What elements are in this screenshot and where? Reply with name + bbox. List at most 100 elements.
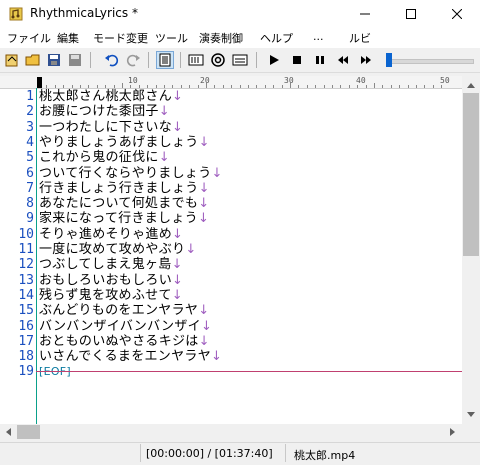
ruler-tick (239, 85, 241, 88)
seek-slider-thumb[interactable] (386, 53, 392, 67)
editor-line[interactable]: 17 おとものいぬやさるキジは↓ (0, 334, 462, 349)
timing-mode-button[interactable] (187, 51, 205, 69)
new-button[interactable] (3, 51, 21, 69)
editor-line[interactable]: 15 ぶんどりものをエンヤラヤ↓ (0, 303, 462, 318)
menu-tools[interactable]: ツール (155, 30, 188, 46)
redo-button[interactable] (124, 51, 142, 69)
maximize-button[interactable] (388, 0, 434, 28)
editor-line[interactable]: 7 行きましょう行きましょう↓ (0, 181, 462, 196)
column-ruler: 10 20 30 40 50 (0, 76, 462, 89)
scroll-down-icon[interactable] (467, 412, 475, 418)
vertical-scroll-thumb[interactable] (463, 93, 479, 256)
editor-line[interactable]: 9 家来になって行きましょう↓ (0, 211, 462, 226)
editor-line[interactable]: 8 あなたについて何処までも↓ (0, 196, 462, 211)
lyric-text[interactable]: つぶしてしまえ鬼ヶ島↓ (39, 257, 183, 272)
line-break-marker: ↓ (211, 165, 223, 181)
editor-line[interactable]: 12 つぶしてしまえ鬼ヶ島↓ (0, 257, 462, 272)
editor-line[interactable]: 10 そりゃ進めそりゃ進め↓ (0, 227, 462, 242)
open-button[interactable] (24, 51, 42, 69)
editor-line[interactable]: 3 一つわたしに下さいな↓ (0, 120, 462, 135)
ruler-tick (323, 85, 325, 88)
minimize-button[interactable] (342, 0, 388, 28)
lyric-text[interactable]: 残らず鬼を攻めふせて↓ (39, 288, 183, 303)
editor-line[interactable]: 4 やりましょうあげましょう↓ (0, 135, 462, 150)
editor-line[interactable]: 2 お腰につけた黍団子↓ (0, 104, 462, 119)
scroll-up-icon[interactable] (467, 82, 475, 88)
lyric-text[interactable]: お腰につけた黍団子↓ (39, 104, 170, 119)
window-title: RhythmicaLyrics * (30, 6, 138, 20)
editor-line[interactable]: 16 バンバンザイバンバンザイ↓ (0, 319, 462, 334)
ruler-tick (382, 85, 384, 88)
lyric-text[interactable]: 行きましょう行きましょう↓ (39, 181, 210, 196)
scroll-left-icon[interactable] (5, 428, 11, 436)
stop-button[interactable] (288, 51, 306, 69)
editor-line[interactable]: 5 これから鬼の征伐に↓ (0, 150, 462, 165)
rewind-button[interactable] (334, 51, 352, 69)
fast-forward-icon (361, 56, 371, 64)
lyric-text[interactable]: ついて行くならやりましょう↓ (39, 166, 223, 181)
seek-slider-track[interactable] (386, 59, 474, 64)
menu-ruby[interactable]: ルビ (349, 30, 371, 46)
line-number: 10 (18, 226, 34, 242)
maximize-icon (406, 9, 416, 19)
ruler-tick (374, 83, 375, 88)
save-button[interactable] (45, 51, 63, 69)
line-number: 16 (18, 318, 34, 334)
lyric-line-text: 残らず鬼を攻めふせて (39, 287, 172, 303)
lyric-text[interactable]: 一つわたしに下さいな↓ (39, 120, 183, 135)
text-mode-button[interactable] (156, 51, 174, 69)
ruby-mode-button[interactable] (231, 51, 249, 69)
line-break-marker: ↓ (198, 333, 210, 349)
horizontal-scrollbar[interactable] (0, 424, 462, 440)
save-as-button[interactable] (66, 51, 84, 69)
ruler-tick (96, 85, 98, 88)
play-icon (270, 55, 279, 65)
lyric-text[interactable]: やりましょうあげましょう↓ (39, 135, 210, 150)
editor-line[interactable]: 11 一度に攻めて攻めやぶり↓ (0, 242, 462, 257)
line-number: 13 (18, 272, 34, 288)
ruler-tick (407, 85, 409, 88)
lyric-text[interactable]: 家来になって行きましょう↓ (39, 211, 209, 226)
lyric-text[interactable]: いさんでくるまをエンヤラヤ↓ (39, 349, 222, 364)
menu-file[interactable]: ファイル (7, 30, 51, 46)
menu-edit[interactable]: 編集 (57, 30, 79, 46)
line-number: 8 (26, 196, 34, 212)
scroll-right-icon[interactable] (450, 428, 456, 436)
editor-line[interactable]: 1 桃太郎さん桃太郎さん↓ (0, 89, 462, 104)
menu-mode[interactable]: モード変更 (93, 30, 148, 46)
ruler-tick (113, 85, 115, 88)
line-break-marker: ↓ (198, 134, 210, 150)
lyric-text[interactable]: 桃太郎さん桃太郎さん↓ (39, 89, 183, 104)
ruler-tick (273, 85, 275, 88)
ruler-tick (189, 85, 191, 88)
close-button[interactable] (434, 0, 480, 28)
editor-line[interactable]: 6 ついて行くならやりましょう↓ (0, 166, 462, 181)
ruler-tick (164, 85, 165, 88)
lyric-text[interactable]: これから鬼の征伐に↓ (39, 150, 170, 165)
editor-line[interactable]: 14 残らず鬼を攻めふせて↓ (0, 288, 462, 303)
editor-line[interactable]: 18 いさんでくるまをエンヤラヤ↓ (0, 349, 462, 364)
lyric-text[interactable]: あなたについて何処までも↓ (39, 196, 209, 211)
lyric-text[interactable]: そりゃ進めそりゃ進め↓ (39, 227, 183, 242)
lyric-text[interactable]: おとものいぬやさるキジは↓ (39, 334, 210, 349)
play-button[interactable] (265, 51, 283, 69)
menu-help[interactable]: ヘルプ (260, 30, 293, 46)
menu-more[interactable]: ... (313, 30, 324, 43)
toolbar-separator (256, 52, 257, 68)
line-number: 19 (18, 364, 34, 380)
fast-forward-button[interactable] (357, 51, 375, 69)
undo-button[interactable] (103, 51, 121, 69)
ruler-mark: 10 (128, 76, 138, 85)
new-file-icon (5, 54, 18, 67)
ruler-tick (315, 85, 317, 88)
horizontal-scroll-thumb[interactable] (17, 425, 40, 439)
lyric-text[interactable]: ぶんどりものをエンヤラヤ↓ (39, 303, 209, 318)
ruler-tick (441, 85, 443, 88)
at-mark-button[interactable] (209, 51, 227, 69)
menu-playback[interactable]: 演奏制御 (199, 30, 243, 46)
pause-button[interactable] (311, 51, 329, 69)
lyric-text[interactable]: バンバンザイバンバンザイ↓ (39, 319, 212, 334)
lyric-text[interactable]: おもしろいおもしろい↓ (39, 273, 183, 288)
lyric-text[interactable]: 一度に攻めて攻めやぶり↓ (39, 242, 197, 257)
editor-line[interactable]: 13 おもしろいおもしろい↓ (0, 273, 462, 288)
